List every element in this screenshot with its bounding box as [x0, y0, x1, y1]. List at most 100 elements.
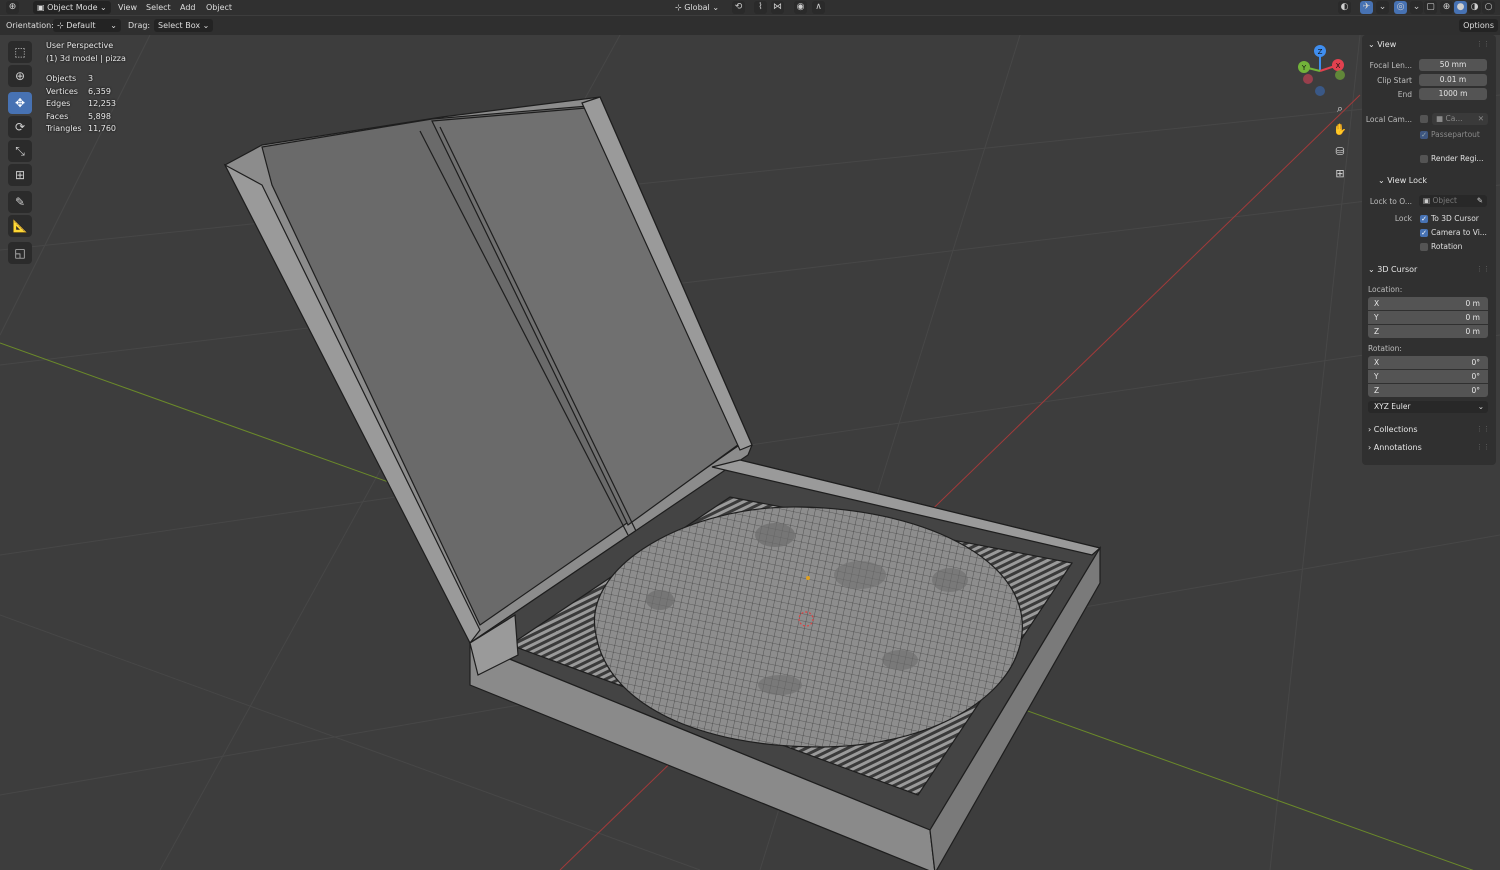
lock-rotation-checkbox[interactable] [1420, 243, 1428, 251]
stats-faces-value: 5,898 [88, 112, 111, 121]
editor-type-icon[interactable]: ⊕ [6, 1, 19, 14]
select-tool-icon[interactable]: ⬚ [8, 41, 32, 63]
overlays-dropdown-icon[interactable]: ⌄ [1410, 1, 1423, 14]
annotations-title: Annotations [1373, 443, 1422, 452]
view-section-header[interactable]: ⌄ View [1368, 40, 1396, 49]
eyedropper-icon[interactable]: ✎ [1477, 195, 1483, 207]
xray-icon[interactable]: ▢ [1424, 1, 1437, 14]
move-tool-icon[interactable]: ✥ [8, 92, 32, 114]
drag-grip-icon[interactable]: ⋮⋮ [1476, 40, 1490, 48]
rotation-label: Rotation: [1368, 344, 1402, 353]
drag-label: Drag: [128, 21, 151, 30]
stats-vertices-value: 6,359 [88, 87, 111, 96]
location-z-value: 0 m [1465, 327, 1480, 336]
location-y-field[interactable]: Y 0 m [1368, 311, 1488, 324]
object-icon: ▣ [1423, 196, 1431, 205]
drag-value: Select Box [158, 21, 201, 30]
measure-tool-icon[interactable]: 📐 [8, 215, 32, 237]
rendered-shading-icon[interactable]: ○ [1482, 1, 1495, 14]
navigation-gizmo[interactable]: Z X Y [1292, 43, 1352, 103]
menu-add[interactable]: Add [180, 1, 196, 14]
stats-vertices-label: Vertices [46, 87, 78, 96]
lock-to-object-field[interactable]: ▣ Object ✎ [1419, 195, 1487, 207]
pivot-point-icon[interactable]: ⟲ [732, 1, 745, 14]
cursor-tool-icon[interactable]: ⊕ [8, 65, 32, 87]
gizmo-neg-z-axis[interactable] [1315, 86, 1325, 96]
transform-tool-icon[interactable]: ⊞ [8, 164, 32, 186]
snap-target-icon[interactable]: ⋈ [771, 1, 784, 14]
gizmo-dropdown-icon[interactable]: ⌄ [1376, 1, 1389, 14]
orientation-dropdown[interactable]: ⊹ Default ⌄ [53, 19, 121, 32]
overlays-icon[interactable]: ◎ [1394, 1, 1407, 14]
camera-to-view-label: Camera to Vi... [1431, 228, 1487, 237]
lock-to-3d-cursor-checkbox[interactable]: ✓ [1420, 215, 1428, 223]
gizmo-neg-x-axis[interactable] [1303, 74, 1313, 84]
perspective-toggle-icon[interactable]: ⊞ [1330, 165, 1350, 183]
add-cube-tool-icon[interactable]: ◱ [8, 242, 32, 264]
proportional-editing-icon[interactable]: ◉ [794, 1, 807, 14]
clip-start-field[interactable]: 0.01 m [1419, 74, 1487, 86]
rotate-tool-icon[interactable]: ⟳ [8, 116, 32, 138]
mode-dropdown[interactable]: ▣ Object Mode ⌄ [33, 1, 111, 14]
stats-edges-value: 12,253 [88, 99, 116, 108]
camera-to-view-checkbox[interactable]: ✓ [1420, 229, 1428, 237]
lock-rotation-label: Rotation [1431, 242, 1463, 251]
location-z-axis: Z [1374, 327, 1380, 336]
wireframe-shading-icon[interactable]: ⊕ [1440, 1, 1453, 14]
rotation-y-field[interactable]: Y 0° [1368, 370, 1488, 383]
rotation-x-field[interactable]: X 0° [1368, 356, 1488, 369]
mode-label: Object Mode [47, 3, 98, 12]
location-x-field[interactable]: X 0 m [1368, 297, 1488, 310]
pan-hand-icon[interactable]: ✋ [1330, 121, 1350, 139]
solid-shading-icon[interactable]: ● [1454, 1, 1467, 14]
annotate-tool-icon[interactable]: ✎ [8, 191, 32, 213]
orientation-small-icon: ⊹ [57, 21, 64, 30]
falloff-icon[interactable]: ∧ [812, 1, 825, 14]
passepartout-checkbox[interactable]: ✓ [1420, 131, 1428, 139]
orientation-label: Orientation: [6, 21, 54, 30]
annotations-section-header[interactable]: › Annotations [1368, 443, 1422, 452]
view-lock-section-header[interactable]: ⌄ View Lock [1378, 176, 1427, 185]
drag-grip-icon[interactable]: ⋮⋮ [1476, 425, 1490, 433]
gizmo-toggle-icon[interactable]: ✈ [1360, 1, 1373, 14]
local-camera-field[interactable]: ■ Ca... ✕ [1432, 113, 1488, 125]
close-icon[interactable]: ✕ [1478, 113, 1484, 125]
render-region-checkbox[interactable] [1420, 155, 1428, 163]
scale-tool-icon[interactable]: ⤡ [8, 140, 32, 162]
material-shading-icon[interactable]: ◑ [1468, 1, 1481, 14]
menu-view[interactable]: View [118, 1, 137, 14]
camera-view-icon[interactable]: ⛁ [1330, 143, 1350, 161]
lock-label: Lock [1394, 214, 1412, 223]
rotation-mode-value: XYZ Euler [1374, 402, 1411, 411]
chevron-down-icon: ⌄ [1378, 176, 1385, 185]
focal-length-field[interactable]: 50 mm [1419, 59, 1487, 71]
location-z-field[interactable]: Z 0 m [1368, 325, 1488, 338]
visibility-icon[interactable]: ◐ [1338, 1, 1351, 14]
3d-viewport[interactable]: ⬚ ⊕ ✥ ⟳ ⤡ ⊞ ✎ 📐 ◱ User Perspective (1) 3… [0, 35, 1500, 870]
menu-select[interactable]: Select [146, 1, 171, 14]
options-button[interactable]: Options [1459, 19, 1498, 32]
stats-edges-label: Edges [46, 99, 71, 108]
rotation-mode-dropdown[interactable]: XYZ Euler ⌄ [1368, 401, 1488, 413]
menu-object[interactable]: Object [206, 1, 232, 14]
chevron-down-icon: ⌄ [1477, 402, 1484, 411]
view-lock-title: View Lock [1387, 176, 1428, 185]
3d-cursor-section-header[interactable]: ⌄ 3D Cursor [1368, 265, 1417, 274]
drag-dropdown[interactable]: Select Box ⌄ [154, 19, 214, 32]
transform-orientation-dropdown[interactable]: ⊹ Global ⌄ [675, 1, 719, 14]
drag-grip-icon[interactable]: ⋮⋮ [1476, 265, 1490, 273]
clip-start-label: Clip Start [1377, 76, 1412, 85]
collections-section-header[interactable]: › Collections [1368, 425, 1418, 434]
clip-end-label: End [1397, 90, 1412, 99]
rotation-z-field[interactable]: Z 0° [1368, 384, 1488, 397]
gizmo-neg-y-axis[interactable] [1335, 70, 1345, 80]
location-x-value: 0 m [1465, 299, 1480, 308]
stats-triangles-label: Triangles [46, 124, 82, 133]
snap-icon[interactable]: ⌇ [754, 1, 767, 14]
zoom-icon[interactable]: ⌕ [1330, 100, 1350, 118]
rotation-x-value: 0° [1471, 358, 1480, 367]
local-camera-checkbox[interactable] [1420, 115, 1428, 123]
orientation-icon: ⊹ [675, 3, 682, 12]
clip-end-field[interactable]: 1000 m [1419, 88, 1487, 100]
drag-grip-icon[interactable]: ⋮⋮ [1476, 443, 1490, 451]
